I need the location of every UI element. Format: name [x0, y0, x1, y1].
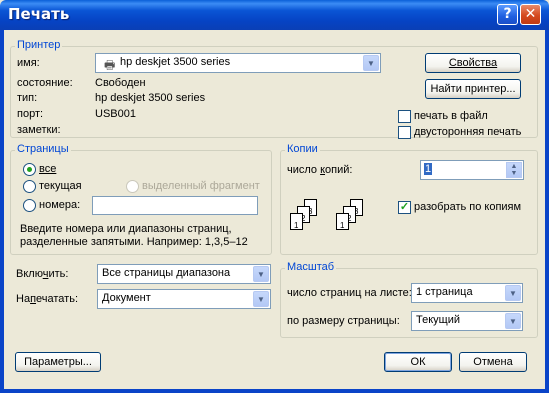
properties-button[interactable]: Свойства [425, 53, 521, 73]
copies-count-input[interactable]: 1 ▲ ▼ [420, 160, 524, 180]
collate-page-1: 1 [290, 213, 303, 230]
status-label: состояние: [17, 77, 73, 89]
print-what-value: Документ [102, 292, 151, 304]
collate-checkbox[interactable]: ✓ [398, 201, 411, 214]
window-frame-right [545, 30, 549, 393]
cancel-button[interactable]: Отмена [459, 352, 527, 372]
window-frame-left [0, 30, 4, 393]
ok-button[interactable]: ОК [384, 352, 452, 372]
type-value: hp deskjet 3500 series [95, 92, 206, 104]
include-label: Включить: [16, 268, 69, 280]
pages-per-sheet-select[interactable]: 1 страница ▼ [411, 283, 523, 303]
pages-group-legend: Страницы [15, 143, 71, 155]
include-select[interactable]: Все страницы диапазона ▼ [97, 264, 271, 284]
window-title: Печать [8, 5, 70, 23]
include-value: Все страницы диапазона [102, 267, 231, 279]
pages-hint: Введите номера или диапазоны страниц, ра… [20, 223, 248, 248]
find-printer-button[interactable]: Найти принтер... [425, 79, 521, 99]
chevron-down-icon: ▼ [505, 285, 521, 301]
printer-name-select[interactable]: 🖶 hp deskjet 3500 series ▼ [95, 53, 381, 73]
copies-count-label: число копий: [287, 164, 353, 176]
print-what-select[interactable]: Документ ▼ [97, 289, 271, 309]
window-frame-bottom [0, 389, 549, 393]
close-button[interactable]: ✕ [520, 4, 541, 25]
port-value: USB001 [95, 108, 136, 120]
print-what-label: Напечатать: [16, 293, 79, 305]
help-button[interactable]: ? [497, 4, 518, 25]
scale-label: по размеру страницы: [287, 315, 400, 327]
print-to-file-checkbox[interactable] [398, 110, 411, 123]
pages-all-radio[interactable] [23, 163, 36, 176]
chevron-down-icon: ▼ [363, 55, 379, 71]
type-label: тип: [17, 92, 38, 104]
copies-group-legend: Копии [285, 143, 320, 155]
copies-count-value: 1 [424, 163, 433, 175]
chevron-down-icon: ▼ [253, 266, 269, 282]
port-label: порт: [17, 108, 44, 120]
chevron-down-icon: ▼ [505, 313, 521, 329]
scale-value: Текущий [416, 314, 460, 326]
pages-current-label[interactable]: текущая [39, 180, 82, 192]
duplex-label[interactable]: двусторонняя печать [414, 126, 521, 138]
notes-label: заметки: [17, 124, 61, 136]
printer-icon: 🖶 [104, 58, 116, 72]
duplex-checkbox[interactable] [398, 126, 411, 139]
collate-label[interactable]: разобрать по копиям [414, 201, 521, 213]
pages-numbers-radio[interactable] [23, 199, 36, 212]
copies-spinner[interactable]: ▲ ▼ [506, 162, 522, 178]
pages-selection-label: выделенный фрагмент [142, 180, 260, 192]
printer-name-label: имя: [17, 57, 40, 69]
pages-all-label[interactable]: все [39, 163, 56, 175]
options-button[interactable]: Параметры... [15, 352, 101, 372]
printer-group-legend: Принтер [15, 39, 63, 51]
chevron-down-icon: ▼ [253, 291, 269, 307]
page-numbers-input[interactable] [92, 196, 258, 215]
pages-per-sheet-label: число страниц на листе: [287, 287, 412, 299]
print-to-file-label[interactable]: печать в файл [414, 110, 488, 122]
pages-selection-radio[interactable] [126, 180, 139, 193]
title-bar[interactable] [0, 0, 549, 30]
pages-numbers-label[interactable]: номера: [39, 199, 80, 211]
printer-name-value: hp deskjet 3500 series [120, 56, 231, 68]
scale-select[interactable]: Текущий ▼ [411, 311, 523, 331]
pages-per-sheet-value: 1 страница [416, 286, 473, 298]
zoom-group-legend: Масштаб [285, 261, 337, 273]
pages-current-radio[interactable] [23, 180, 36, 193]
collate-page-1b: 1 [336, 213, 349, 230]
status-value: Свободен [95, 77, 146, 89]
